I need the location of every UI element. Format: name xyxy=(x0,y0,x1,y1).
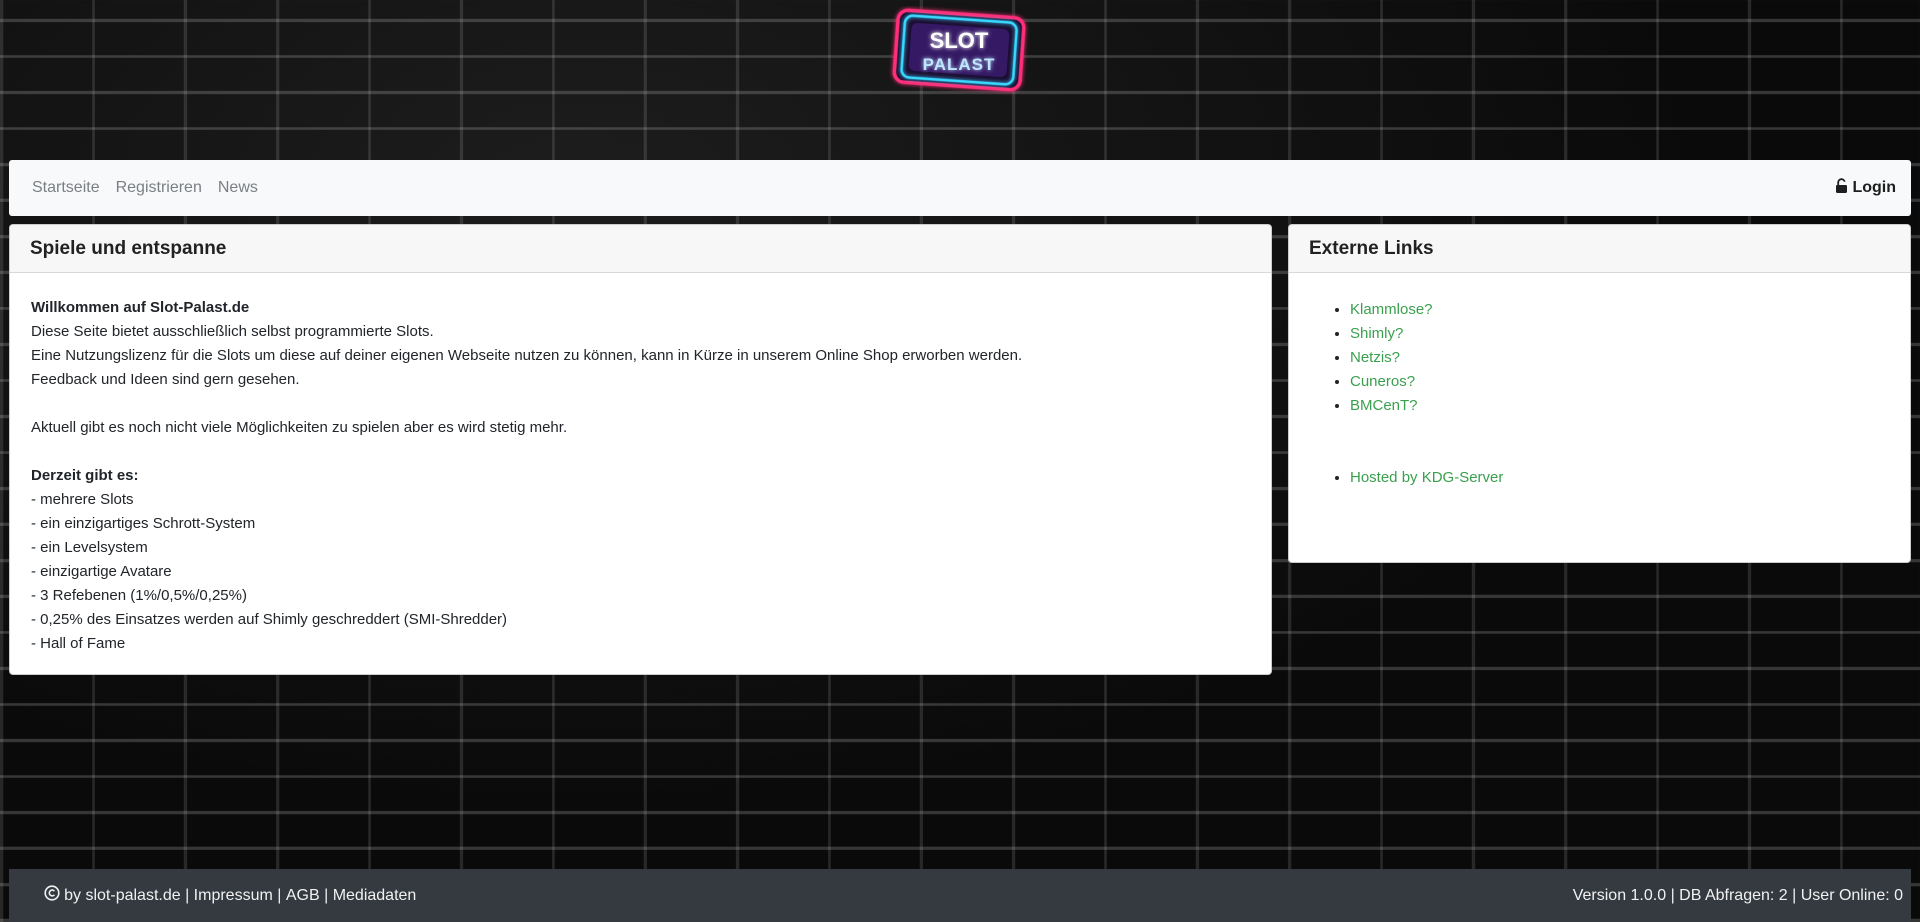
features-heading: Derzeit gibt es: xyxy=(31,467,139,484)
hosted-by-link[interactable]: Hosted by KDG-Server xyxy=(1350,469,1503,486)
nav-links: Startseite Registrieren News xyxy=(32,160,258,216)
feature-item: - 0,25% des Einsatzes werden auf Shimly … xyxy=(31,611,508,628)
external-links-card: Externe Links Klammlose? Shimly? Netzis?… xyxy=(1288,224,1911,563)
footer-separator: | xyxy=(1787,886,1801,904)
external-link-shimly[interactable]: Shimly? xyxy=(1350,325,1403,342)
users-online-text: User Online: 0 xyxy=(1800,886,1903,904)
nav-link-registrieren[interactable]: Registrieren xyxy=(116,179,202,197)
welcome-card-title: Spiele und entspanne xyxy=(10,225,1271,273)
logo-line-1: SLOT xyxy=(930,28,989,53)
unlock-icon xyxy=(1835,177,1848,199)
welcome-card: Spiele und entspanne Willkommen auf Slot… xyxy=(9,224,1272,675)
list-item: Cuneros? xyxy=(1350,370,1910,394)
list-item: Shimly? xyxy=(1350,322,1910,346)
top-navbar: Startseite Registrieren News Login xyxy=(9,160,1911,216)
nav-link-news[interactable]: News xyxy=(218,179,258,197)
footer-link-impressum[interactable]: Impressum xyxy=(194,887,273,905)
feature-item: - einzigartige Avatare xyxy=(31,563,172,580)
intro-line: Diese Seite bietet ausschließlich selbst… xyxy=(31,323,434,340)
external-links-list: Klammlose? Shimly? Netzis? Cuneros? BMCe… xyxy=(1289,298,1910,418)
welcome-heading: Willkommen auf Slot-Palast.de xyxy=(31,299,250,316)
list-item: Klammlose? xyxy=(1350,298,1910,322)
feature-item: - ein einzigartiges Schrott-System xyxy=(31,515,256,532)
feature-item: - 3 Refebenen (1%/0,5%/0,25%) xyxy=(31,587,247,604)
footer-separator: | xyxy=(180,886,194,904)
logo-line-2: PALAST xyxy=(923,55,996,74)
footer-separator: | xyxy=(272,886,286,904)
copyright-icon xyxy=(17,867,60,922)
copyright-text: by slot-palast.de xyxy=(59,886,181,904)
login-button[interactable]: Login xyxy=(1835,160,1896,216)
list-item: Hosted by KDG-Server xyxy=(1350,466,1910,490)
version-text: Version 1.0.0 xyxy=(1572,886,1667,904)
footer-separator: | xyxy=(1666,886,1680,904)
external-link-bmcent[interactable]: BMCenT? xyxy=(1350,397,1418,414)
feature-item: - mehrere Slots xyxy=(31,491,134,508)
nav-link-startseite[interactable]: Startseite xyxy=(32,179,100,197)
external-link-klammlose[interactable]: Klammlose? xyxy=(1350,301,1433,318)
footer-link-agb[interactable]: AGB xyxy=(286,887,320,905)
intro-line: Feedback und Ideen sind gern gesehen. xyxy=(31,371,300,388)
slot-palast-logo[interactable]: SLOT PALAST xyxy=(888,6,1030,96)
feature-item: - Hall of Fame xyxy=(31,635,126,652)
intro-line: Eine Nutzungslizenz für die Slots um die… xyxy=(31,347,1023,364)
footer-link-mediadaten[interactable]: Mediadaten xyxy=(333,887,417,905)
external-link-netzis[interactable]: Netzis? xyxy=(1350,349,1400,366)
welcome-card-body: Willkommen auf Slot-Palast.de Diese Seit… xyxy=(10,273,1271,674)
footer: by slot-palast.de | Impressum | AGB | Me… xyxy=(9,869,1911,922)
status-line: Aktuell gibt es noch nicht viele Möglich… xyxy=(31,419,568,436)
footer-separator: | xyxy=(319,886,333,904)
footer-left: by slot-palast.de | Impressum | AGB | Me… xyxy=(17,867,416,922)
external-link-cuneros[interactable]: Cuneros? xyxy=(1350,373,1415,390)
footer-right: Version 1.0.0 | DB Abfragen: 2 | User On… xyxy=(1573,887,1903,905)
db-queries-text: DB Abfragen: 2 xyxy=(1679,886,1788,904)
feature-item: - ein Levelsystem xyxy=(31,539,148,556)
login-label: Login xyxy=(1852,179,1896,196)
list-item: Netzis? xyxy=(1350,346,1910,370)
list-item: BMCenT? xyxy=(1350,394,1910,418)
external-links-title: Externe Links xyxy=(1289,225,1910,273)
hosting-list: Hosted by KDG-Server xyxy=(1289,466,1910,490)
